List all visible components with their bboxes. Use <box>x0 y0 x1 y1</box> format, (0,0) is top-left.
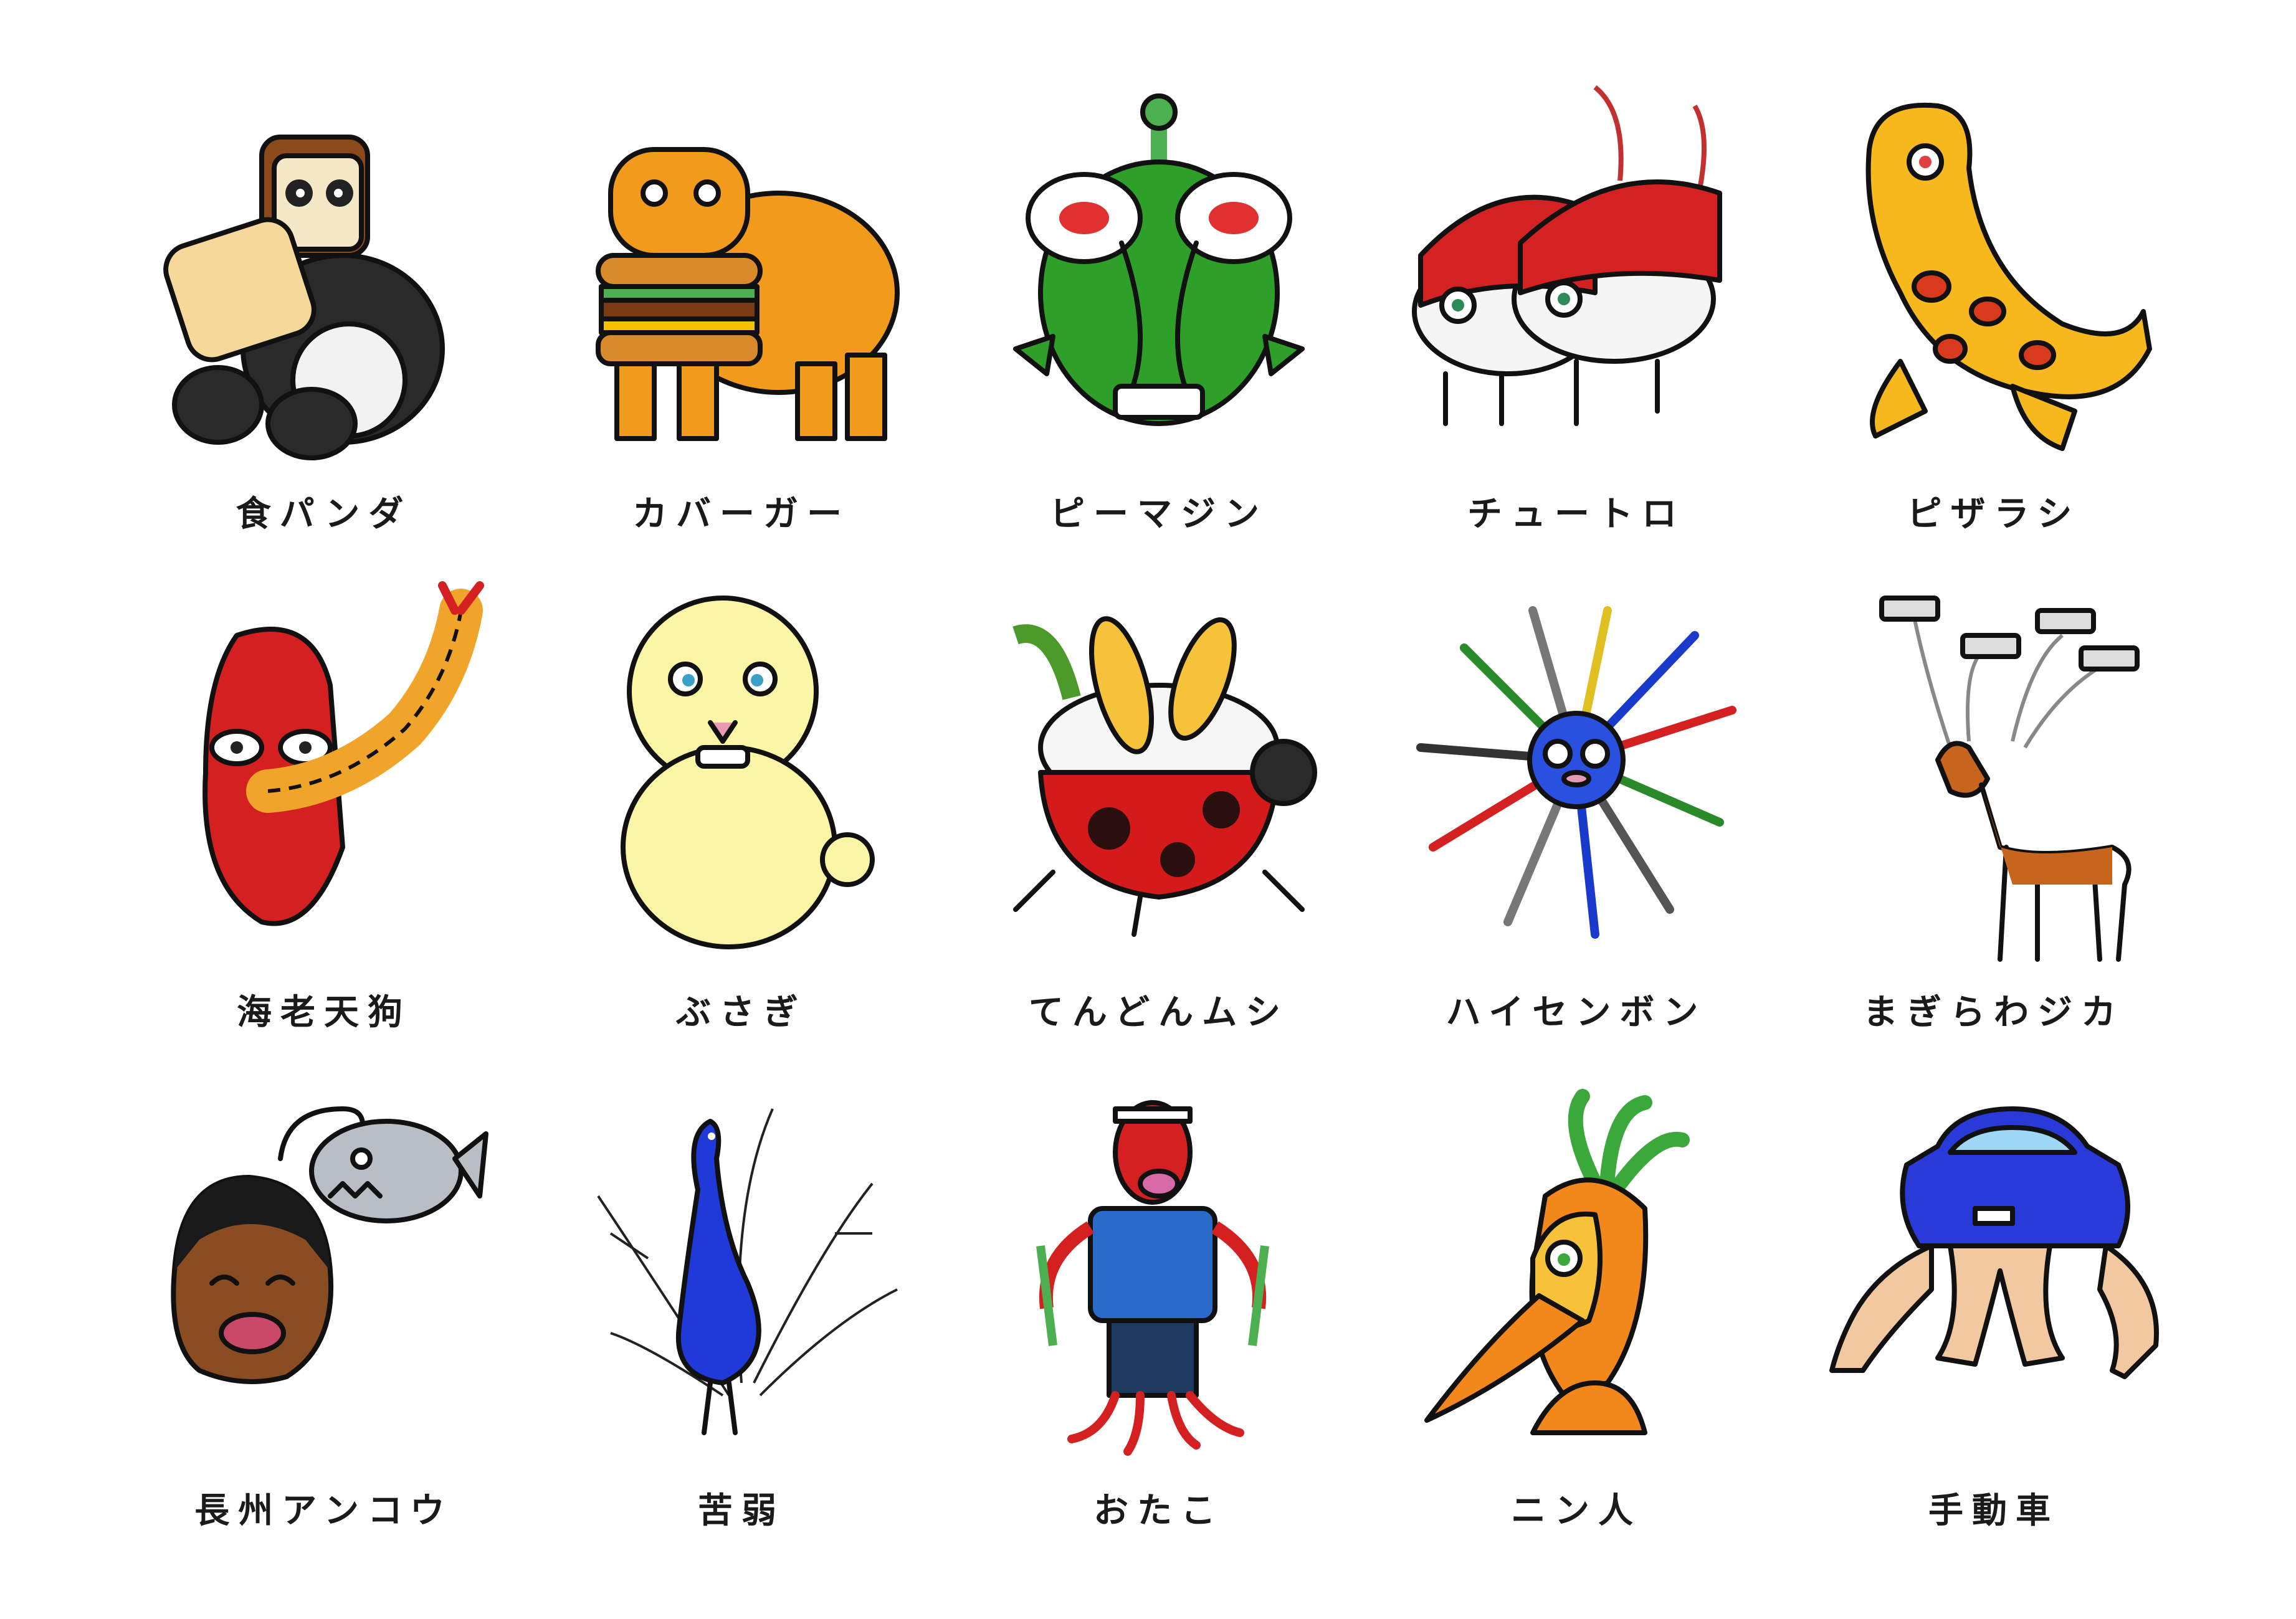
creature-card: まぎらわジカ <box>1826 586 2162 1059</box>
creature-label: ピーマジン <box>1050 494 1268 534</box>
creature-label: 手動車 <box>1928 1491 2059 1531</box>
creature-card: 長州アンコウ <box>156 1084 492 1557</box>
creature-label: 食パンダ <box>236 494 412 534</box>
car-man-illustration <box>1829 1106 2159 1379</box>
creature-card: ニン人 <box>1408 1084 1745 1557</box>
creature-label: ニン人 <box>1511 1491 1642 1531</box>
creature-card: ピーマジン <box>991 87 1327 561</box>
traffic-light-deer-illustration <box>1879 596 2140 962</box>
creature-card: チュートロ <box>1408 85 1745 561</box>
anglerfish-man-illustration <box>171 1106 488 1384</box>
hippo-burger-illustration <box>596 147 900 441</box>
creature-label: カバーガー <box>632 494 850 534</box>
creature-card: 苦弱 <box>573 1084 910 1557</box>
creature-label: 苦弱 <box>698 1491 785 1531</box>
carrot-person-illustration <box>1424 1089 1690 1435</box>
creature-card: おたこ <box>991 1084 1327 1557</box>
cable-pufferfish-illustration <box>1416 606 1736 939</box>
octopus-man-illustration <box>1036 1100 1269 1456</box>
creature-label: 長州アンコウ <box>194 1491 454 1531</box>
creature-card: ぶさぎ <box>573 586 910 1059</box>
branch-peacock-illustration <box>597 1108 898 1435</box>
tuna-sushi-mouse-illustration <box>1412 85 1722 426</box>
creature-label: おたこ <box>1093 1491 1224 1531</box>
creature-card: 手動車 <box>1826 1084 2162 1557</box>
shrimp-tempura-tengu-illustration <box>202 581 484 926</box>
creature-card: てんどんムシ <box>991 586 1327 1059</box>
creature-card: ピザラシ <box>1826 87 2162 561</box>
ugly-rabbit-illustration <box>621 596 875 949</box>
green-pepper-alien-illustration <box>1013 93 1305 426</box>
bread-panda-illustration <box>163 135 445 460</box>
illustration-sheet: 食パンダ カバーガー ピーマジン チュートロ ピザラシ 海老天狗 ぶさぎ てんど… <box>0 0 2296 1619</box>
creature-label: ハイセンボン <box>1446 992 1707 1033</box>
pizza-seal-illustration <box>1865 102 2152 451</box>
creature-label: てんどんムシ <box>1028 992 1290 1033</box>
tendon-ladybug-illustration <box>1012 616 1317 937</box>
creature-card: 海老天狗 <box>156 581 492 1059</box>
creature-card: ハイセンボン <box>1408 586 1745 1059</box>
creature-card: カバーガー <box>573 87 910 561</box>
creature-label: チュートロ <box>1467 494 1685 534</box>
creature-label: ぶさぎ <box>676 992 807 1033</box>
creature-label: ピザラシ <box>1907 494 2081 534</box>
creature-label: まぎらわジカ <box>1863 992 2125 1033</box>
creature-card: 食パンダ <box>156 87 492 561</box>
creature-label: 海老天狗 <box>237 992 411 1033</box>
